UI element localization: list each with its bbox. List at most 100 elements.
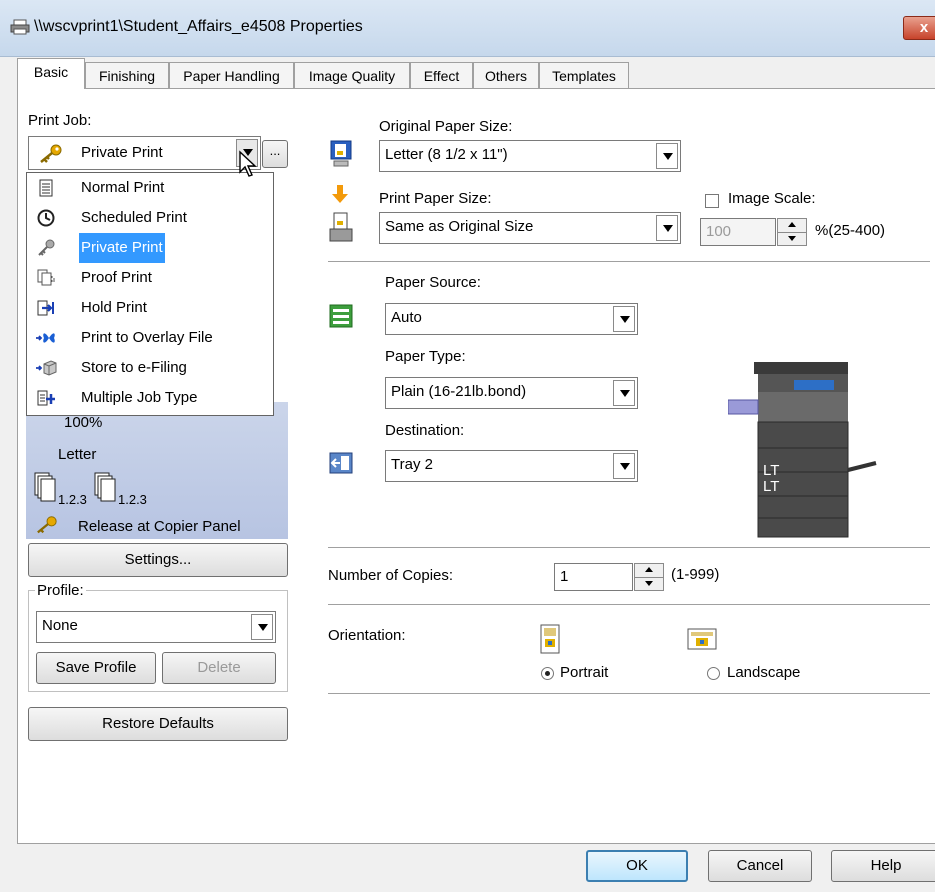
tab-others[interactable]: Others bbox=[473, 62, 539, 88]
settings-button[interactable]: Settings... bbox=[28, 543, 288, 577]
copies-range: (1-999) bbox=[671, 566, 720, 583]
cancel-button[interactable]: Cancel bbox=[708, 850, 812, 882]
spin-up-icon[interactable] bbox=[635, 564, 663, 577]
multiple-job-icon bbox=[37, 390, 55, 406]
tab-basic[interactable]: Basic bbox=[17, 58, 85, 89]
portrait-label: Portrait bbox=[560, 664, 609, 681]
preview-panel: 100% Letter 1.2.3 1.2.3 Release at Copie… bbox=[26, 402, 288, 539]
list-item[interactable]: Multiple Job Type bbox=[27, 383, 273, 413]
paper-source-select[interactable]: Auto bbox=[385, 303, 638, 335]
image-scale-spinner[interactable] bbox=[777, 218, 807, 246]
butterfly-overlay-icon bbox=[36, 333, 55, 343]
mouse-cursor-icon bbox=[239, 150, 257, 177]
printer-tray-label-a: LT bbox=[763, 462, 780, 479]
tab-paper-handling[interactable]: Paper Handling bbox=[169, 62, 294, 88]
copies-label: Number of Copies: bbox=[328, 567, 454, 584]
chevron-down-icon[interactable] bbox=[613, 380, 635, 406]
save-profile-button[interactable]: Save Profile bbox=[36, 652, 156, 684]
collate-pages-icon bbox=[94, 472, 116, 502]
list-item[interactable]: Hold Print bbox=[27, 293, 273, 323]
print-job-select[interactable]: Private Print bbox=[28, 136, 261, 170]
paper-type-selected: Plain (16-21lb.bond) bbox=[391, 383, 527, 400]
print-paper-size-select[interactable]: Same as Original Size bbox=[379, 212, 681, 244]
spin-down-icon[interactable] bbox=[635, 577, 663, 591]
list-item[interactable]: Print to Overlay File bbox=[27, 323, 273, 353]
image-scale-label: Image Scale: bbox=[728, 190, 816, 207]
print-paper-size-label: Print Paper Size: bbox=[379, 190, 492, 207]
collate-label-a: 1.2.3 bbox=[58, 492, 87, 507]
list-item[interactable]: Store to e-Filing bbox=[27, 353, 273, 383]
proof-pages-icon bbox=[37, 269, 55, 286]
paper-source-selected: Auto bbox=[391, 309, 422, 326]
landscape-label: Landscape bbox=[727, 664, 801, 681]
print-paper-size-selected: Same as Original Size bbox=[385, 218, 534, 235]
paper-source-label: Paper Source: bbox=[385, 274, 481, 291]
key-icon bbox=[40, 144, 62, 163]
destination-label: Destination: bbox=[385, 422, 465, 439]
divider bbox=[328, 693, 930, 695]
chevron-down-icon[interactable] bbox=[613, 306, 635, 332]
spin-up-icon[interactable] bbox=[778, 219, 806, 232]
key-icon bbox=[38, 239, 55, 256]
collate-pages-icon bbox=[34, 472, 56, 502]
release-label: Release at Copier Panel bbox=[78, 518, 241, 535]
profile-label: Profile: bbox=[37, 582, 84, 599]
original-paper-size-selected: Letter (8 1/2 x 11") bbox=[385, 146, 508, 163]
landscape-page-icon bbox=[687, 628, 717, 650]
image-scale-checkbox[interactable] bbox=[705, 194, 719, 208]
chevron-down-icon[interactable] bbox=[656, 215, 678, 241]
output-tray-icon bbox=[329, 452, 353, 474]
print-job-dropdown-list: Normal Print Scheduled Print Private Pri… bbox=[26, 172, 274, 416]
clock-icon bbox=[37, 209, 55, 227]
paper-type-label: Paper Type: bbox=[385, 348, 466, 365]
image-scale-range: %(25-400) bbox=[815, 222, 886, 239]
list-item[interactable]: Proof Print bbox=[27, 263, 273, 293]
profile-select[interactable]: None bbox=[36, 611, 276, 643]
document-icon bbox=[39, 179, 53, 197]
tab-image-quality[interactable]: Image Quality bbox=[294, 62, 410, 88]
help-button[interactable]: Help bbox=[831, 850, 935, 882]
list-item[interactable]: Scheduled Print bbox=[27, 203, 273, 233]
orientation-label: Orientation: bbox=[328, 627, 406, 644]
list-item[interactable]: Private Print bbox=[27, 233, 273, 263]
copier-illustration bbox=[728, 362, 877, 538]
divider bbox=[328, 547, 930, 549]
ok-button[interactable]: OK bbox=[586, 850, 688, 882]
list-item[interactable]: Normal Print bbox=[27, 173, 273, 203]
restore-defaults-button[interactable]: Restore Defaults bbox=[28, 707, 288, 741]
copies-input[interactable]: 1 bbox=[554, 563, 633, 591]
copies-spinner[interactable] bbox=[634, 563, 664, 591]
tab-finishing[interactable]: Finishing bbox=[85, 62, 169, 88]
close-button[interactable]: x bbox=[903, 16, 935, 40]
paper-type-select[interactable]: Plain (16-21lb.bond) bbox=[385, 377, 638, 409]
tab-templates[interactable]: Templates bbox=[539, 62, 629, 88]
printer-output-icon bbox=[329, 212, 353, 242]
delete-profile-button[interactable]: Delete bbox=[162, 652, 276, 684]
title-bar: \\wscvprint1\Student_Affairs_e4508 Prope… bbox=[0, 0, 935, 57]
image-scale-input[interactable]: 100 bbox=[700, 218, 776, 246]
chevron-down-icon[interactable] bbox=[251, 614, 273, 640]
print-job-settings-button[interactable]: ... bbox=[262, 140, 288, 168]
window-title: \\wscvprint1\Student_Affairs_e4508 Prope… bbox=[34, 18, 363, 35]
tab-effect[interactable]: Effect bbox=[410, 62, 473, 88]
preview-scale: 100% bbox=[64, 414, 103, 431]
spin-down-icon[interactable] bbox=[778, 232, 806, 246]
monitor-document-icon bbox=[330, 140, 352, 167]
portrait-radio[interactable] bbox=[541, 667, 554, 680]
destination-select[interactable]: Tray 2 bbox=[385, 450, 638, 482]
divider bbox=[328, 261, 930, 263]
landscape-radio[interactable] bbox=[707, 667, 720, 680]
arrow-down-icon bbox=[332, 185, 348, 203]
printer-icon bbox=[10, 19, 30, 35]
print-job-label: Print Job: bbox=[28, 112, 92, 129]
destination-selected: Tray 2 bbox=[391, 456, 433, 473]
original-paper-size-select[interactable]: Letter (8 1/2 x 11") bbox=[379, 140, 681, 172]
portrait-page-icon bbox=[540, 624, 560, 654]
paper-tray-icon bbox=[329, 304, 353, 328]
close-icon: x bbox=[919, 19, 929, 36]
key-icon bbox=[37, 516, 57, 534]
efiling-box-icon bbox=[36, 360, 57, 376]
print-job-selected: Private Print bbox=[81, 144, 163, 161]
chevron-down-icon[interactable] bbox=[613, 453, 635, 479]
chevron-down-icon[interactable] bbox=[656, 143, 678, 169]
